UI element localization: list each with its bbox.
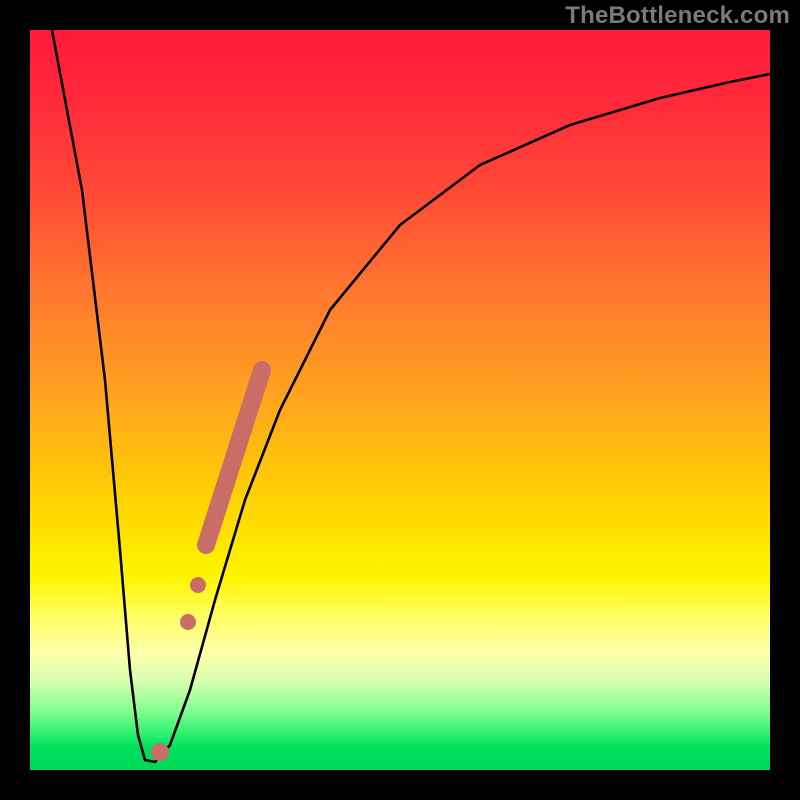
watermark-text: TheBottleneck.com bbox=[565, 2, 790, 30]
bottleneck-curve bbox=[52, 30, 770, 762]
marker-dot bbox=[190, 577, 206, 593]
marker-dot bbox=[180, 614, 196, 630]
chart-frame: TheBottleneck.com bbox=[0, 0, 800, 800]
plot-area bbox=[30, 30, 770, 770]
thick-segment bbox=[206, 370, 262, 545]
curve-svg bbox=[30, 30, 770, 770]
marker-dot bbox=[151, 743, 169, 761]
